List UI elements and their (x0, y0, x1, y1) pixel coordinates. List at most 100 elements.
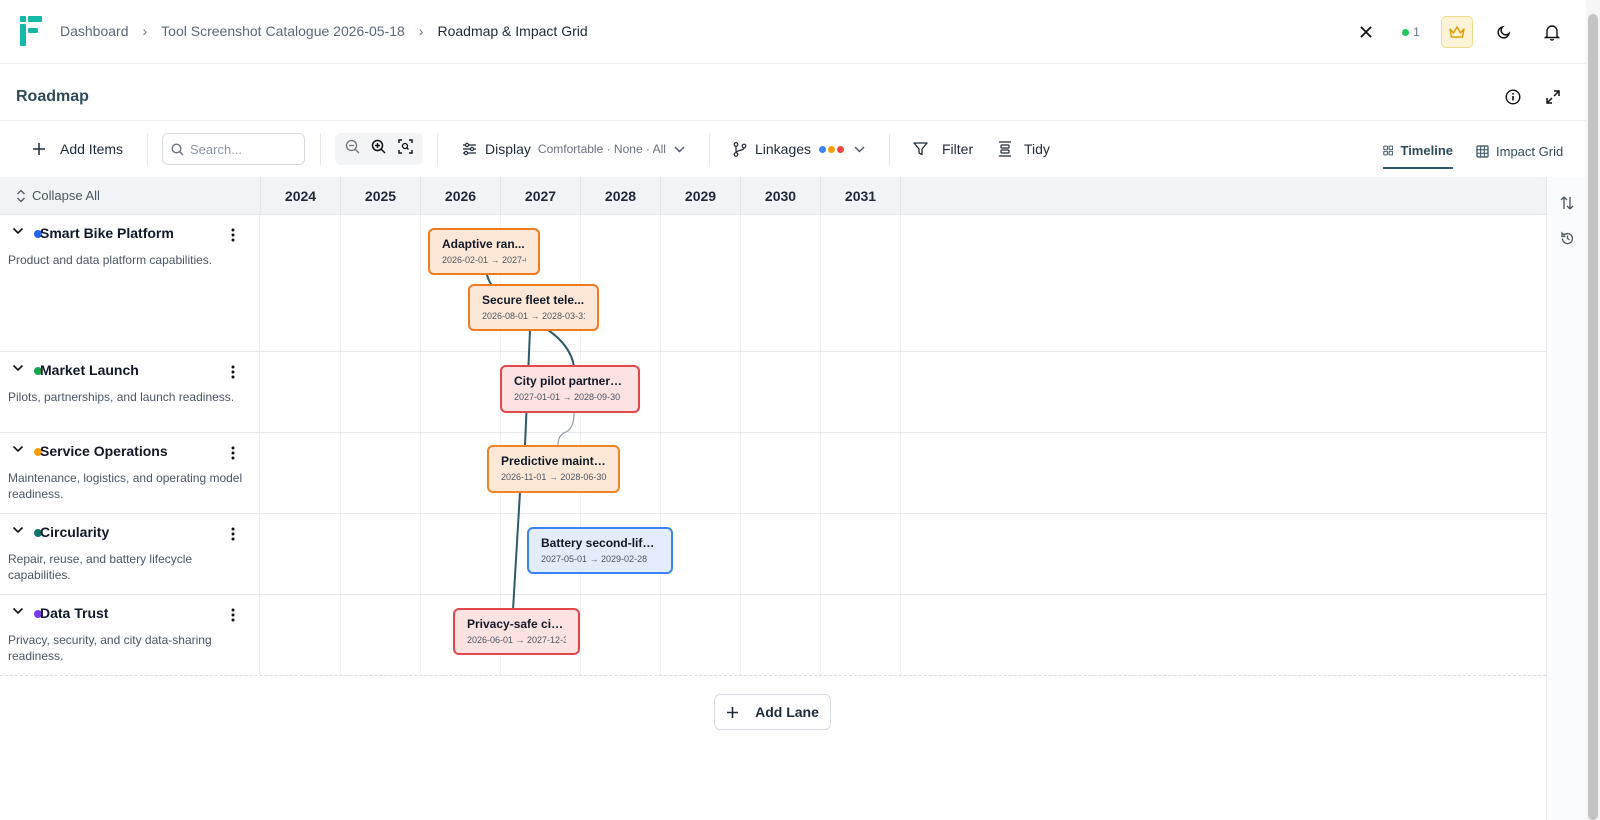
plus-icon (33, 143, 45, 155)
more-vertical-icon[interactable] (231, 365, 235, 379)
online-status[interactable]: 1 (1396, 16, 1426, 48)
timeline-header: Collapse All 2024 2025 2026 2027 2028 20… (0, 177, 1546, 215)
chevron-down-icon[interactable] (12, 526, 24, 534)
item-dates: 2027-01-01 → 2028-09-30 (514, 392, 621, 402)
item-dates: 2026-02-01 → 2027-0 (442, 255, 526, 265)
linkage-dot-blue (819, 145, 827, 153)
page-scrollbar[interactable] (1586, 0, 1600, 820)
tidy-button[interactable]: Tidy (998, 121, 1050, 177)
lane-title[interactable]: Service Operations (40, 443, 168, 459)
search-box[interactable] (162, 133, 305, 165)
grid-icon (1383, 145, 1394, 155)
lane-service-operations: Service Operations Maintenance, logistic… (0, 433, 1546, 514)
git-branch-icon (733, 141, 747, 157)
roadmap-item-card[interactable]: Adaptive ran... 2026-02-01 → 2027-0 (428, 228, 540, 275)
display-label: Display (485, 141, 531, 157)
toolbar: Add Items Display Comfortable · None · A… (0, 121, 1586, 177)
sort-button[interactable] (1555, 191, 1579, 215)
roadmap-item-card[interactable]: Privacy-safe city... 2026-06-01 → 2027-1… (453, 608, 580, 655)
online-count: 1 (1413, 25, 1420, 39)
display-dropdown[interactable]: Display Comfortable · None · All (462, 121, 685, 177)
lane-description: Repair, reuse, and battery lifecycle cap… (8, 552, 193, 582)
lane-description: Pilots, partnerships, and launch readine… (8, 390, 235, 404)
page-title: Roadmap (16, 88, 89, 105)
history-icon (1560, 230, 1573, 244)
item-title: City pilot partners... (514, 374, 626, 388)
item-title: Privacy-safe city... (467, 617, 566, 631)
align-icon (999, 141, 1011, 157)
breadcrumb-current: Roadmap & Impact Grid (437, 23, 588, 39)
more-vertical-icon[interactable] (231, 446, 235, 460)
linkages-label: Linkages (755, 141, 812, 157)
theme-toggle-button[interactable] (1490, 16, 1518, 48)
lane-market-launch: Market Launch Pilots, partnerships, and … (0, 352, 1546, 433)
tab-timeline[interactable]: Timeline (1383, 133, 1453, 169)
top-bar: Dashboard › Tool Screenshot Catalogue 20… (0, 0, 1586, 64)
lane-header: Service Operations Maintenance, logistic… (0, 433, 260, 513)
roadmap-item-card[interactable]: City pilot partners... 2027-01-01 → 2028… (500, 365, 640, 413)
breadcrumb-catalogue[interactable]: Tool Screenshot Catalogue 2026-05-18 (161, 23, 405, 39)
history-button[interactable] (1555, 226, 1579, 250)
more-vertical-icon[interactable] (231, 608, 235, 622)
divider (709, 133, 710, 165)
app-logo-icon[interactable] (20, 16, 44, 46)
expand-button[interactable] (1541, 85, 1565, 109)
zoom-in-button[interactable] (371, 139, 387, 159)
roadmap-item-card[interactable]: Predictive mainte... 2026-11-01 → 2028-0… (487, 445, 620, 493)
filter-button[interactable]: Filter (913, 121, 973, 177)
divider (889, 133, 890, 165)
table-icon (1476, 144, 1489, 158)
lane-title[interactable]: Data Trust (40, 605, 108, 621)
chevron-down-icon (674, 146, 685, 152)
chevron-down-icon[interactable] (12, 445, 24, 453)
expand-icon (1546, 90, 1560, 104)
divider (147, 133, 148, 165)
tab-impact-grid[interactable]: Impact Grid (1476, 133, 1563, 169)
collapse-all-button[interactable]: Collapse All (16, 188, 100, 203)
search-input[interactable] (190, 141, 300, 157)
lane-circularity: Circularity Repair, reuse, and battery l… (0, 514, 1546, 595)
lane-header: Smart Bike Platform Product and data pla… (0, 215, 260, 351)
item-dates: 2026-06-01 → 2027-12-3 (467, 635, 566, 645)
bell-icon (1544, 24, 1560, 41)
info-button[interactable] (1501, 85, 1525, 109)
lane-data-trust: Data Trust Privacy, security, and city d… (0, 595, 1546, 676)
add-lane-button[interactable]: Add Lane (714, 694, 831, 730)
year-header: 2031 (820, 177, 900, 215)
more-vertical-icon[interactable] (231, 527, 235, 541)
zoom-fit-icon (398, 139, 413, 154)
zoom-fit-button[interactable] (398, 139, 413, 159)
lane-title[interactable]: Market Launch (40, 362, 139, 378)
lane-title[interactable]: Smart Bike Platform (40, 225, 174, 241)
item-title: Predictive mainte... (501, 454, 606, 468)
roadmap-item-card[interactable]: Secure fleet tele... 2026-08-01 → 2028-0… (468, 284, 599, 331)
add-items-button[interactable]: Add Items (32, 121, 123, 177)
moon-icon (1497, 25, 1511, 39)
close-button[interactable] (1352, 16, 1380, 48)
roadmap-item-card[interactable]: Battery second-life ... 2027-05-01 → 202… (527, 527, 673, 574)
lane-title[interactable]: Circularity (40, 524, 109, 540)
chevron-down-icon[interactable] (12, 227, 24, 235)
chevron-down-icon[interactable] (12, 364, 24, 372)
scrollbar-thumb[interactable] (1588, 14, 1598, 820)
lane-header: Market Launch Pilots, partnerships, and … (0, 352, 260, 432)
filter-icon (913, 142, 928, 156)
sort-arrows-icon (1560, 196, 1574, 210)
item-title: Battery second-life ... (541, 536, 659, 550)
sliders-icon (463, 142, 476, 156)
crown-icon (1449, 25, 1465, 38)
lane-description: Privacy, security, and city data-sharing… (8, 633, 212, 663)
premium-button[interactable] (1441, 16, 1473, 48)
add-items-label: Add Items (60, 141, 124, 157)
chevron-right-icon: › (142, 23, 148, 39)
notifications-button[interactable] (1538, 16, 1566, 48)
tab-impact-grid-label: Impact Grid (1496, 143, 1564, 159)
breadcrumb-dashboard[interactable]: Dashboard (60, 23, 129, 39)
online-dot-icon (1402, 28, 1410, 36)
more-vertical-icon[interactable] (231, 228, 235, 242)
zoom-out-button[interactable] (345, 139, 360, 159)
lane-header: Circularity Repair, reuse, and battery l… (0, 514, 260, 594)
linkages-dropdown[interactable]: Linkages (733, 121, 865, 177)
lane-description: Maintenance, logistics, and operating mo… (8, 471, 243, 501)
chevron-down-icon[interactable] (12, 607, 24, 615)
